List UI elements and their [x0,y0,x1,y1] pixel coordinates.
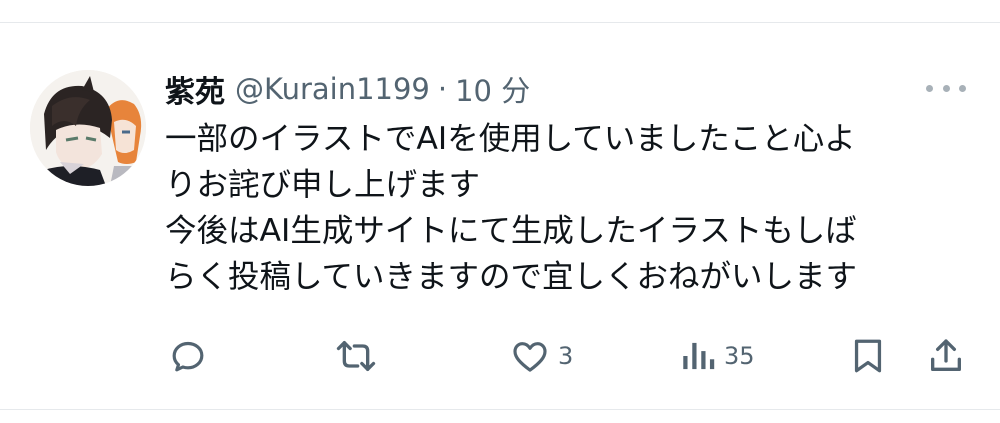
tweet-text-line: らく投稿していきますので宜しくおねがいします [165,259,858,295]
avatar[interactable] [30,70,146,186]
avatar-illustration [30,70,146,186]
tweet-text: 一部のイラストでAIを使用していましたこと心よ りお詫び申し上げます 今後はAI… [165,116,975,300]
like-count: 3 [558,342,574,370]
share-button[interactable] [926,334,974,378]
share-icon [931,339,961,371]
separator: · [437,72,448,106]
views-count: 35 [724,342,755,370]
more-options-button[interactable] [926,78,966,98]
tweet-text-line: りお詫び申し上げます [165,167,481,203]
display-name[interactable]: 紫苑 [165,67,225,111]
views-icon [683,342,715,370]
more-icon [926,84,933,92]
reply-icon [172,341,204,372]
divider [0,409,1000,410]
tweet-text-line: 今後はAI生成サイトにて生成したイラストもしば [165,213,857,249]
reply-button[interactable] [168,334,216,378]
tweet-text-line: 一部のイラストでAIを使用していましたこと心よ [165,121,856,157]
timestamp[interactable]: 10 分 [455,68,530,110]
more-icon-dot [959,84,966,92]
bookmark-icon [854,339,882,373]
tweet-header: 紫苑 @Kurain1199 · 10 分 [165,66,530,112]
retweet-button[interactable] [334,334,386,378]
retweet-icon [336,341,376,371]
bookmark-button[interactable] [850,334,894,378]
more-icon-dot [942,84,950,92]
heart-icon [513,342,547,372]
views-button[interactable]: 35 [680,334,755,378]
divider [0,22,1000,23]
tweet: 紫苑 @Kurain1199 · 10 分 一部のイラストでAIを使用していまし… [0,0,1000,423]
like-button[interactable]: 3 [510,334,573,378]
handle[interactable]: @Kurain1199 [235,72,430,106]
